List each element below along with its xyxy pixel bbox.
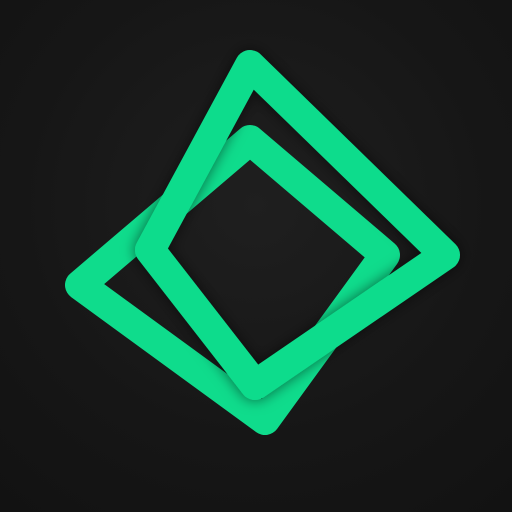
overlapping-squares-logo-icon xyxy=(65,50,460,435)
front-rounded-square-shape xyxy=(135,50,460,400)
app-icon-background xyxy=(0,0,512,512)
